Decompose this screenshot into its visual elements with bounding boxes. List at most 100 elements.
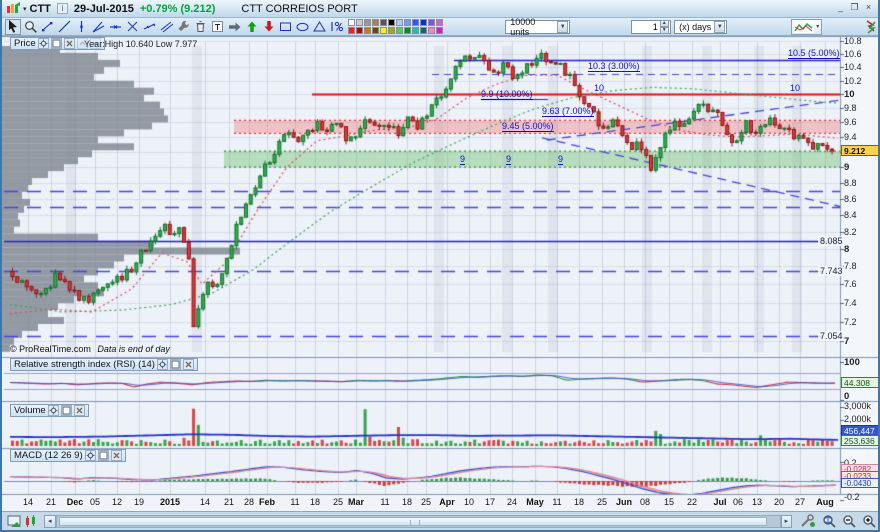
rectangle-icon: [279, 22, 291, 31]
color-swatch[interactable]: [412, 27, 419, 34]
color-swatch[interactable]: [388, 19, 395, 26]
trend-fan-tool-button[interactable]: [90, 19, 106, 35]
title-bar: ▾ CTT i 29-Jul-2015 +0.79% (9.212) CTT C…: [2, 0, 878, 18]
text-note-tool-button[interactable]: [209, 19, 225, 35]
cursor-icon: [8, 20, 17, 33]
fibonacci-percent-tool-button[interactable]: [328, 19, 344, 35]
scrollbar-track[interactable]: [55, 514, 781, 528]
scroll-right-button[interactable]: ▸: [780, 514, 793, 528]
scroll-left-button[interactable]: ◂: [43, 514, 56, 528]
line-tool-button[interactable]: [56, 19, 72, 35]
instrument-name: CTT CORREIOS PORT: [241, 2, 358, 15]
drawing-toolbar: 10000 units ▼ 1 ▲ ▼ (x) days ▼ ▾: [2, 16, 878, 37]
color-swatch[interactable]: [420, 19, 427, 26]
color-swatch[interactable]: [404, 27, 411, 34]
arrow-right-tool-button[interactable]: [226, 19, 242, 35]
units-select[interactable]: 10000 units ▼: [505, 16, 571, 37]
restore-icon[interactable]: ❐: [849, 2, 860, 13]
quote-change: +0.79% (9.212): [139, 2, 216, 15]
arrow-up-tool-button[interactable]: [243, 19, 259, 35]
spin-down-icon[interactable]: ▼: [659, 26, 669, 34]
arrow-down-icon: [264, 21, 273, 32]
vertical-line-icon: [79, 21, 83, 32]
candlestick-style-icon[interactable]: [24, 514, 38, 528]
chart-style-button[interactable]: ▾: [791, 18, 823, 35]
tool-buttons: [4, 18, 344, 35]
color-swatch[interactable]: [396, 19, 403, 26]
color-swatch[interactable]: [380, 19, 387, 26]
settings-wrench-icon: [178, 20, 189, 32]
color-swatch[interactable]: [436, 19, 443, 26]
vertical-line-tool-button[interactable]: [73, 19, 89, 35]
color-swatch[interactable]: [348, 19, 355, 26]
chart-export-icon[interactable]: [7, 515, 22, 528]
zoom-in-icon[interactable]: [861, 514, 878, 528]
color-swatch[interactable]: [428, 19, 435, 26]
interval-stepper[interactable]: 1 ▲ ▼: [630, 19, 671, 34]
app-icon: [7, 2, 20, 13]
bottom-scrollbar: ◂ ▸: [2, 511, 878, 530]
color-swatch[interactable]: [428, 27, 435, 34]
cross-tool-tool-button[interactable]: [124, 19, 140, 35]
chevron-down-icon[interactable]: ▼: [714, 20, 726, 33]
chart-canvas[interactable]: [2, 36, 878, 512]
symbol-label[interactable]: CTT: [30, 3, 51, 15]
chevron-down-icon[interactable]: ▼: [557, 20, 569, 33]
cursor-tool-button[interactable]: [4, 18, 21, 35]
dynamic-data-icon[interactable]: [864, 19, 876, 34]
chart-area: [2, 36, 878, 512]
color-swatch[interactable]: [364, 19, 371, 26]
color-swatch[interactable]: [364, 27, 371, 34]
color-swatch[interactable]: [348, 27, 355, 34]
color-swatch[interactable]: [372, 19, 379, 26]
color-swatch[interactable]: [404, 19, 411, 26]
color-swatch[interactable]: [420, 27, 427, 34]
minimize-icon[interactable]: _: [835, 2, 846, 13]
color-palette: [348, 19, 443, 34]
ellipse-tool-button[interactable]: [294, 19, 310, 35]
color-swatch[interactable]: [436, 27, 443, 34]
symbol-dropdown-icon[interactable]: ▾: [23, 5, 27, 13]
color-swatch[interactable]: [396, 27, 403, 34]
info-icon[interactable]: i: [56, 3, 68, 14]
interval-unit-value: (x) days: [679, 21, 712, 32]
prorealtime-window: ▾ CTT i 29-Jul-2015 +0.79% (9.212) CTT C…: [0, 0, 880, 532]
settings-wrench-tool-button[interactable]: [175, 19, 191, 35]
scrollbar-grip[interactable]: [409, 519, 420, 525]
color-swatch[interactable]: [356, 27, 363, 34]
triangle-tool-button[interactable]: [311, 19, 327, 35]
zoom-window-icon[interactable]: [821, 514, 838, 528]
window-controls: _ ❐ ×: [835, 2, 874, 13]
price-marker-tool-button[interactable]: [141, 19, 157, 35]
ellipse-icon: [296, 22, 308, 32]
units-value: 10000 units: [510, 16, 536, 37]
quote-date: 29-Jul-2015: [73, 2, 134, 15]
zoom-tool-button[interactable]: [22, 19, 38, 35]
trash-icon: [196, 21, 204, 32]
zoom-icon: [24, 21, 37, 33]
text-note-icon: [211, 21, 223, 32]
color-swatch[interactable]: [380, 27, 387, 34]
trash-tool-button[interactable]: [192, 19, 208, 35]
cross-tool-icon: [127, 21, 137, 32]
zoom-out-icon[interactable]: [841, 514, 858, 528]
arrow-down-tool-button[interactable]: [260, 19, 276, 35]
rectangle-tool-button[interactable]: [277, 19, 293, 35]
color-swatch[interactable]: [372, 27, 379, 34]
horizontal-line-tool-button[interactable]: [107, 19, 123, 35]
chart-settings-icon[interactable]: [800, 514, 816, 528]
spin-up-icon[interactable]: ▲: [659, 19, 669, 27]
color-swatch[interactable]: [356, 19, 363, 26]
segment-tool-button[interactable]: [39, 19, 55, 35]
interval-unit-select[interactable]: (x) days ▼: [674, 19, 728, 34]
parallel-lines-tool-button[interactable]: [158, 19, 174, 35]
color-swatch[interactable]: [388, 27, 395, 34]
horizontal-line-icon: [109, 25, 121, 29]
color-swatch[interactable]: [412, 19, 419, 26]
scrollbar-thumb[interactable]: [58, 516, 767, 526]
chevron-down-icon[interactable]: ▾: [816, 23, 819, 30]
scroll-left-icon: ◂: [48, 517, 52, 525]
close-icon[interactable]: ×: [863, 2, 874, 13]
fibonacci-percent-icon: [330, 21, 343, 32]
parallel-lines-icon: [160, 21, 173, 33]
